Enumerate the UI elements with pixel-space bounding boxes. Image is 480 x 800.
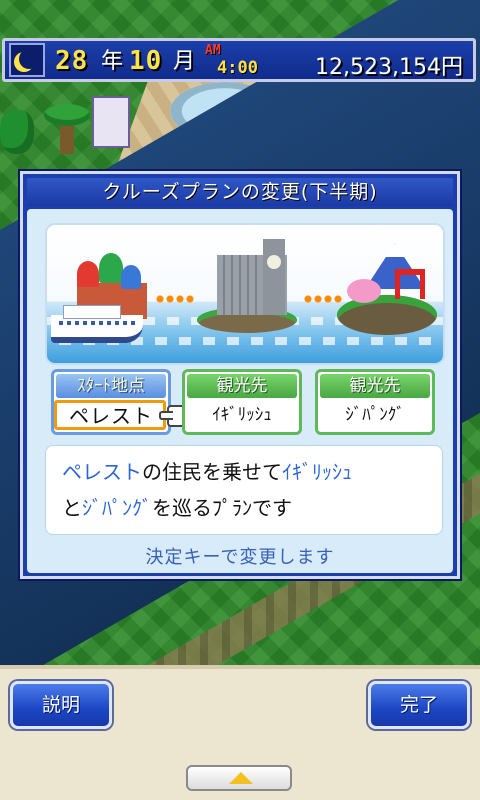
description-segment: を巡るﾌﾟﾗﾝです — [152, 496, 292, 520]
help-button[interactable]: 説明 — [10, 681, 112, 729]
cruise-ship — [51, 305, 143, 343]
done-button[interactable]: 完了 — [368, 681, 470, 729]
description-segment: ｲｷﾞﾘｯｼｭ — [282, 460, 352, 484]
moon-icon — [9, 43, 45, 77]
card-header: 観光先 — [320, 374, 430, 398]
bottom-bar: 説明 完了 — [0, 665, 480, 800]
card-value: ｼﾞﾊﾟﾝｸﾞ — [345, 405, 405, 425]
card-header: 観光先 — [187, 374, 297, 398]
shop-booth — [92, 96, 130, 148]
destination-card-2[interactable]: 観光先 ｼﾞﾊﾟﾝｸﾞ — [315, 369, 435, 435]
clock-time: 4:00 — [217, 58, 258, 78]
palm-tree — [44, 104, 90, 154]
route-illustration — [45, 223, 445, 365]
description-segment: と — [62, 496, 82, 520]
expand-up-arrow-icon[interactable] — [186, 765, 292, 791]
dialog-title: クルーズプランの変更(下半期) — [27, 178, 453, 206]
cruise-plan-dialog: クルーズプランの変更(下半期) ｽﾀｰﾄ地点 ペレスト 観光先 ｲｷﾞﾘｯｼｭ … — [20, 171, 460, 579]
description-segment: ペレスト — [62, 460, 142, 484]
description-line-2: とｼﾞﾊﾟﾝｸﾞを巡るﾌﾟﾗﾝです — [62, 494, 292, 522]
status-bar: 28 年 10 月 AM 4:00 12,523,154円 — [2, 38, 476, 82]
money-amount: 12,523,154円 — [315, 55, 463, 80]
route-dots — [155, 295, 195, 303]
destination-card-1[interactable]: 観光先 ｲｷﾞﾘｯｼｭ — [182, 369, 302, 435]
dialog-body: ｽﾀｰﾄ地点 ペレスト 観光先 ｲｷﾞﾘｯｼｭ 観光先 ｼﾞﾊﾟﾝｸﾞ ペレスト… — [27, 209, 453, 573]
ampm-label: AM — [205, 43, 221, 58]
card-header: ｽﾀｰﾄ地点 — [56, 374, 166, 398]
card-value: ｲｷﾞﾘｯｼｭ — [212, 405, 272, 425]
clock-tower — [263, 239, 285, 315]
description-segment: ｼﾞﾊﾟﾝｸﾞ — [82, 496, 152, 520]
description-line-1: ペレストの住民を乗せてｲｷﾞﾘｯｼｭ — [62, 458, 352, 486]
island — [337, 295, 437, 335]
cathedral-dome — [99, 253, 123, 283]
month-value: 10 — [129, 46, 163, 76]
route-dots — [303, 295, 343, 303]
cathedral-dome — [121, 265, 141, 289]
start-point-card[interactable]: ｽﾀｰﾄ地点 ペレスト — [51, 369, 171, 435]
cathedral-dome — [77, 261, 99, 287]
year-unit: 年 — [101, 49, 124, 74]
torii-gate — [395, 269, 425, 299]
year-value: 28 — [55, 46, 89, 76]
plan-description: ペレストの住民を乗せてｲｷﾞﾘｯｼｭ とｼﾞﾊﾟﾝｸﾞを巡るﾌﾟﾗﾝです — [45, 445, 443, 535]
description-segment: の住民を乗せて — [142, 460, 282, 484]
month-unit: 月 — [173, 49, 196, 74]
tree — [0, 110, 34, 154]
card-value: ペレスト — [69, 404, 153, 428]
instruction-text: 決定キーで変更します — [145, 547, 335, 568]
cherry-tree — [347, 279, 381, 303]
